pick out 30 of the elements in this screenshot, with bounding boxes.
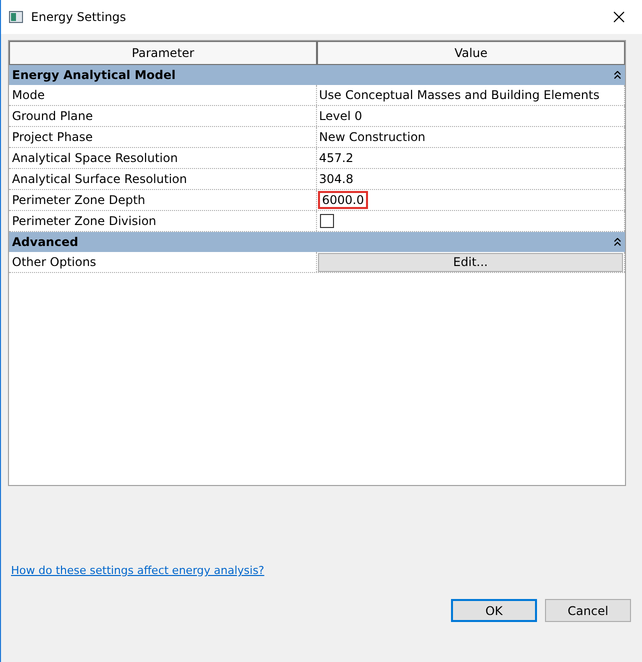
parameter-name: Mode: [9, 85, 317, 105]
parameter-name: Analytical Surface Resolution: [9, 169, 317, 189]
group-title: Energy Analytical Model: [12, 68, 176, 82]
value-text: 457.2: [318, 151, 354, 165]
app-icon: [9, 11, 23, 23]
group-title: Advanced: [12, 235, 78, 249]
edit-button[interactable]: Edit...: [318, 252, 623, 272]
close-icon[interactable]: [613, 11, 625, 23]
value-input[interactable]: 6000.0: [318, 191, 368, 209]
collapse-icon[interactable]: [614, 238, 621, 246]
window-title: Energy Settings: [31, 10, 128, 24]
column-header: Parameter: [9, 41, 317, 65]
checkbox[interactable]: [320, 214, 334, 228]
parameter-name: Ground Plane: [9, 106, 317, 126]
value-text: Use Conceptual Masses and Building Elements: [318, 88, 600, 102]
cancel-button[interactable]: Cancel: [545, 599, 631, 622]
help-link[interactable]: How do these settings affect energy analysis?: [11, 564, 264, 577]
collapse-icon[interactable]: [614, 71, 621, 79]
ok-button[interactable]: OK: [451, 599, 537, 622]
parameter-name: Project Phase: [9, 127, 317, 147]
parameter-name: Analytical Space Resolution: [9, 148, 317, 168]
parameter-name: Other Options: [9, 252, 317, 272]
value-text: Level 0: [318, 109, 362, 123]
parameter-name: Perimeter Zone Division: [9, 211, 317, 231]
column-header: Value: [317, 41, 625, 65]
value-text: 304.8: [318, 172, 354, 186]
group-header[interactable]: Energy Analytical Model: [9, 65, 625, 85]
value-text: New Construction: [318, 130, 426, 144]
parameter-name: Perimeter Zone Depth: [9, 190, 317, 210]
group-header[interactable]: Advanced: [9, 232, 625, 252]
